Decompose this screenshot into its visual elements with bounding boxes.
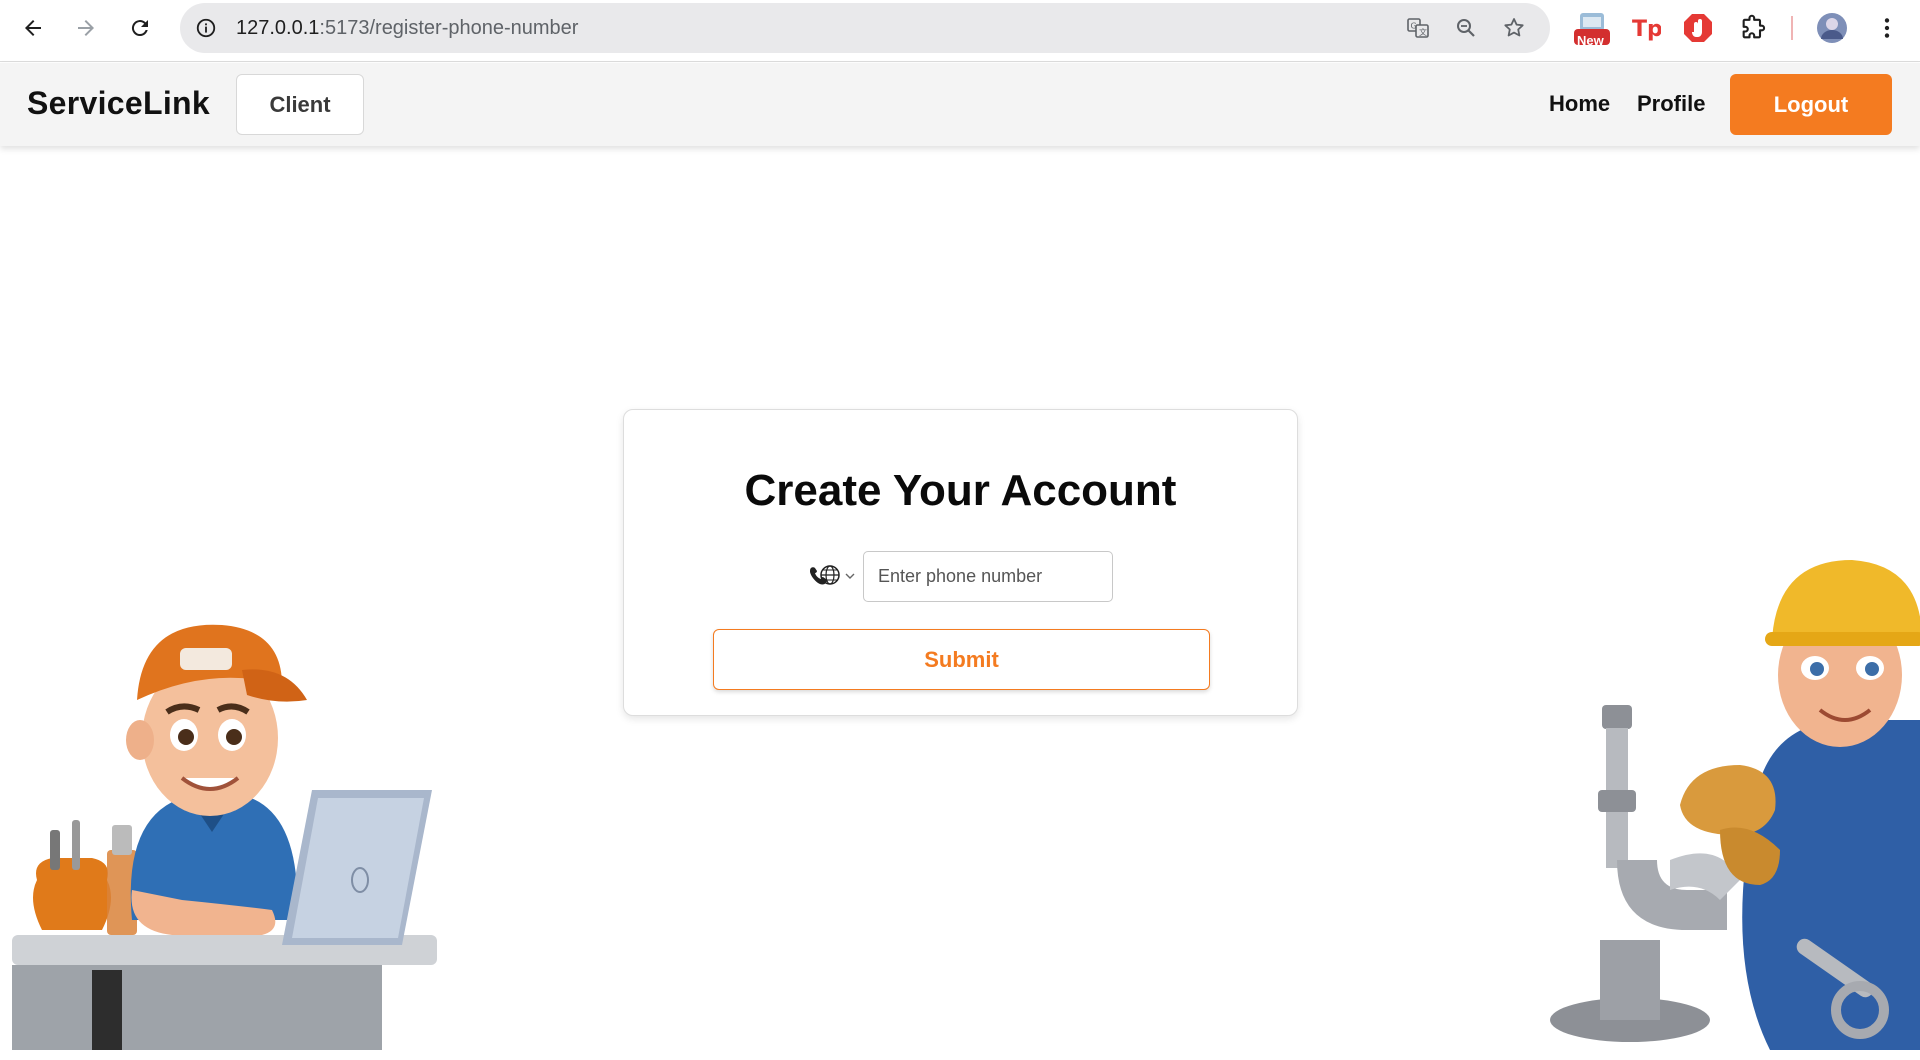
phone-number-input[interactable]: [863, 551, 1113, 602]
submit-button[interactable]: Submit: [713, 629, 1210, 690]
country-code-select[interactable]: [808, 560, 864, 592]
nav-profile-link[interactable]: Profile: [1637, 91, 1705, 117]
svg-text:Tp: Tp: [1632, 17, 1661, 42]
register-card: Create Your Account Submit: [623, 409, 1298, 716]
address-bar[interactable]: 127.0.0.1:5173/register-phone-number G文: [180, 3, 1550, 53]
bookmark-star-icon[interactable]: [1501, 15, 1527, 41]
toolbar-divider: [1791, 16, 1793, 40]
url-text: 127.0.0.1:5173/register-phone-number: [236, 17, 579, 39]
browser-toolbar: 127.0.0.1:5173/register-phone-number G文 …: [0, 0, 1920, 62]
arrow-right-icon: [78, 20, 94, 36]
extension-tp-icon[interactable]: Tp: [1627, 11, 1661, 45]
forward-button[interactable]: [67, 9, 105, 47]
plumber-illustration: [1550, 560, 1920, 1050]
nav-home-link[interactable]: Home: [1549, 91, 1610, 117]
site-info-icon[interactable]: [193, 15, 219, 41]
zoom-icon[interactable]: [1453, 15, 1479, 41]
profile-avatar[interactable]: [1815, 11, 1849, 45]
worker-laptop-illustration: [12, 624, 437, 1050]
reload-button[interactable]: [121, 9, 159, 47]
phone-globe-icon: [810, 565, 840, 585]
browser-menu-icon[interactable]: [1870, 11, 1904, 45]
extension-block-icon[interactable]: [1681, 11, 1715, 45]
chevron-down-icon: [845, 573, 855, 579]
svg-text:G: G: [1411, 22, 1417, 31]
client-role-button[interactable]: Client: [236, 74, 364, 135]
extension-badge: New: [1577, 33, 1604, 48]
brand-logo[interactable]: ServiceLink: [27, 85, 210, 122]
app-header: ServiceLink Client Home Profile Logout: [0, 63, 1920, 146]
svg-text:文: 文: [1419, 27, 1427, 37]
translate-icon[interactable]: G文: [1405, 15, 1431, 41]
card-title: Create Your Account: [744, 466, 1177, 515]
extension-new-icon[interactable]: New: [1572, 9, 1612, 49]
logout-button[interactable]: Logout: [1730, 74, 1892, 135]
extensions-puzzle-icon[interactable]: [1736, 11, 1770, 45]
back-button[interactable]: [14, 9, 52, 47]
reload-icon: [131, 20, 148, 37]
arrow-left-icon: [25, 20, 41, 36]
